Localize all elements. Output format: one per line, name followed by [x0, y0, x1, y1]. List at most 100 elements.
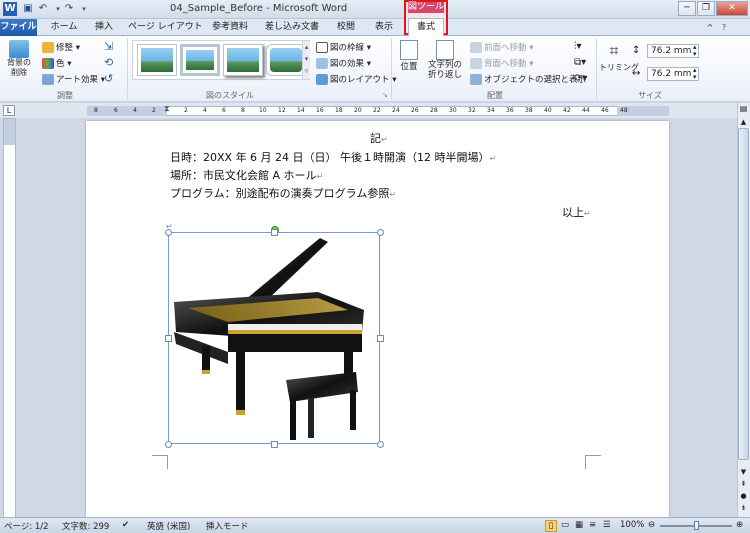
artistic-effects-button[interactable]: アート効果 ▾	[42, 73, 105, 85]
wrap-text-icon	[436, 40, 454, 60]
tab-page-layout[interactable]: ページ レイアウト	[128, 19, 203, 36]
paragraph-mark-icon: ↵	[389, 190, 397, 199]
width-input[interactable]: 76.2 mm	[647, 67, 699, 81]
draft-view-icon[interactable]: ☰	[603, 520, 611, 530]
grand-piano-image	[174, 238, 364, 440]
align-icon[interactable]: ⫶▾	[574, 41, 582, 52]
ribbon-collapse-icon[interactable]: ^	[704, 19, 716, 36]
picture-style-2[interactable]	[180, 44, 220, 76]
wrap-text-button[interactable]: 文字列の折り返し	[426, 40, 464, 80]
doc-closing[interactable]: 以上↵	[562, 204, 591, 220]
redo-icon[interactable]: ↷	[62, 2, 76, 16]
width-spinner-icon[interactable]: ▴ ▾	[693, 67, 697, 81]
rotate-icon[interactable]: ⟳▾	[574, 73, 587, 84]
language-status[interactable]: 英語 (米国)	[147, 520, 190, 532]
scroll-nav-icons[interactable]: ▼ ⇞ ● ⇟	[738, 466, 749, 514]
web-layout-icon[interactable]: ▦	[575, 520, 583, 530]
doc-line-program[interactable]: プログラム：別途配布の演奏プログラム参照↵	[170, 185, 396, 201]
full-screen-reading-icon[interactable]: ▭	[561, 520, 569, 530]
sun-icon	[42, 42, 54, 53]
tab-review[interactable]: 校閲	[332, 19, 360, 36]
reset-picture-icon[interactable]: ↺	[104, 72, 113, 85]
tab-view[interactable]: 表示	[370, 19, 398, 36]
picture-layout-button[interactable]: 図のレイアウト ▾	[316, 73, 396, 85]
margin-corner-right	[585, 455, 601, 469]
tab-insert[interactable]: 挿入	[90, 19, 118, 36]
dialog-launcher-icon[interactable]: ↘	[382, 91, 388, 99]
word-logo-icon: W	[3, 2, 17, 16]
undo-icon[interactable]: ↶	[36, 2, 50, 16]
tab-home[interactable]: ホーム	[48, 19, 80, 36]
color-button[interactable]: 色 ▾	[42, 57, 71, 69]
height-spinner-icon[interactable]: ▴ ▾	[693, 44, 697, 58]
vruler-margin-top	[4, 119, 15, 145]
tab-references[interactable]: 参考資料	[208, 19, 252, 36]
artistic-effects-icon	[42, 74, 54, 85]
picture-effects-button[interactable]: 図の効果 ▾	[316, 57, 371, 69]
save-icon[interactable]: ▣	[21, 2, 35, 16]
picture-layout-icon	[316, 74, 328, 85]
minimize-button[interactable]: ─	[678, 1, 696, 16]
picture-style-1[interactable]	[137, 44, 177, 76]
color-icon	[42, 58, 54, 69]
page-count[interactable]: ページ: 1/2	[4, 520, 49, 532]
width-icon: ↔	[632, 68, 641, 79]
group-separator	[391, 38, 392, 100]
word-count[interactable]: 文字数: 299	[62, 520, 109, 532]
bring-forward-icon	[470, 42, 482, 53]
tab-file[interactable]: ファイル	[0, 19, 37, 36]
zoom-in-icon[interactable]: ⊕	[736, 520, 743, 530]
height-input[interactable]: 76.2 mm	[647, 44, 699, 58]
picture-tools-label: 図ツール	[408, 2, 445, 13]
crop-icon: ⌗	[609, 41, 619, 60]
ruler-numbers: 8 6 4 2 2 4 6 8 10 12 14 16 18 20 22 24 …	[94, 107, 628, 114]
paragraph-mark-icon: ↵	[489, 154, 497, 163]
remove-background-icon	[9, 40, 29, 58]
close-button[interactable]: ✕	[716, 1, 748, 16]
view-ruler-icon[interactable]: ▤	[738, 104, 749, 116]
change-picture-icon[interactable]: ⟲	[104, 56, 113, 69]
outline-view-icon[interactable]: ≡	[589, 520, 596, 530]
zoom-out-icon[interactable]: ⊖	[648, 520, 655, 530]
paragraph-mark-icon: ↵	[316, 172, 324, 181]
position-button[interactable]: 位置	[396, 40, 422, 72]
doc-line-venue[interactable]: 場所：市民文化会館 A ホール↵	[170, 167, 323, 183]
crop-button[interactable]: ⌗ トリミング	[599, 40, 639, 73]
bring-forward-button[interactable]: 前面へ移動 ▾	[470, 41, 533, 53]
scroll-up-icon[interactable]: ▲	[738, 118, 749, 128]
insert-mode-status[interactable]: 挿入モード	[206, 520, 249, 532]
group-separator	[596, 38, 597, 100]
remove-background-button[interactable]: 背景の削除	[4, 40, 34, 88]
zoom-slider-thumb[interactable]	[694, 521, 699, 530]
group-icon[interactable]: ⧉▾	[574, 57, 586, 68]
help-icon[interactable]: ?	[718, 19, 730, 36]
doc-heading[interactable]: 記↵	[370, 130, 388, 146]
scrollbar-thumb[interactable]	[738, 128, 749, 460]
doc-line-date[interactable]: 日時：20XX 年 6 月 24 日（日） 午後１時開演（12 時半開場）↵	[170, 149, 496, 165]
picture-style-4[interactable]	[266, 44, 306, 76]
paragraph-mark-icon: ↵	[584, 209, 591, 218]
print-layout-view-icon[interactable]: ▯	[545, 520, 557, 532]
indent-marker-icon[interactable]: ⧗	[164, 104, 170, 114]
send-backward-button[interactable]: 背面へ移動 ▾	[470, 57, 533, 69]
gallery-scroll-icon[interactable]: ▴ ▾ ▿	[302, 41, 310, 79]
send-backward-icon	[470, 58, 482, 69]
tab-format[interactable]: 書式	[408, 18, 444, 36]
tab-mailings[interactable]: 差し込み文書	[262, 19, 322, 36]
selection-pane-button[interactable]: オブジェクトの選択と表示	[470, 73, 586, 85]
margin-corner-left	[152, 455, 168, 469]
window-title: 04_Sample_Before - Microsoft Word	[170, 3, 348, 14]
corrections-button[interactable]: 修整 ▾	[42, 41, 80, 53]
picture-border-button[interactable]: 図の枠線 ▾	[316, 41, 371, 53]
customize-qat-icon[interactable]: ▾	[77, 2, 91, 16]
maximize-button[interactable]: ❐	[697, 1, 715, 16]
picture-style-3[interactable]	[223, 44, 263, 76]
tab-selector-icon[interactable]: L	[3, 105, 15, 116]
ribbon-tab-bar: ファイル ホーム 挿入 ページ レイアウト 参考資料 差し込み文書 校閲 表示 …	[0, 19, 750, 36]
vertical-ruler[interactable]	[3, 118, 16, 518]
selection-pane-icon	[470, 74, 482, 85]
picture-border-icon	[316, 42, 328, 53]
zoom-level[interactable]: 100%	[620, 520, 644, 530]
compress-pictures-icon[interactable]: ⇲	[104, 40, 113, 53]
proofing-icon[interactable]: ✔	[122, 520, 129, 530]
